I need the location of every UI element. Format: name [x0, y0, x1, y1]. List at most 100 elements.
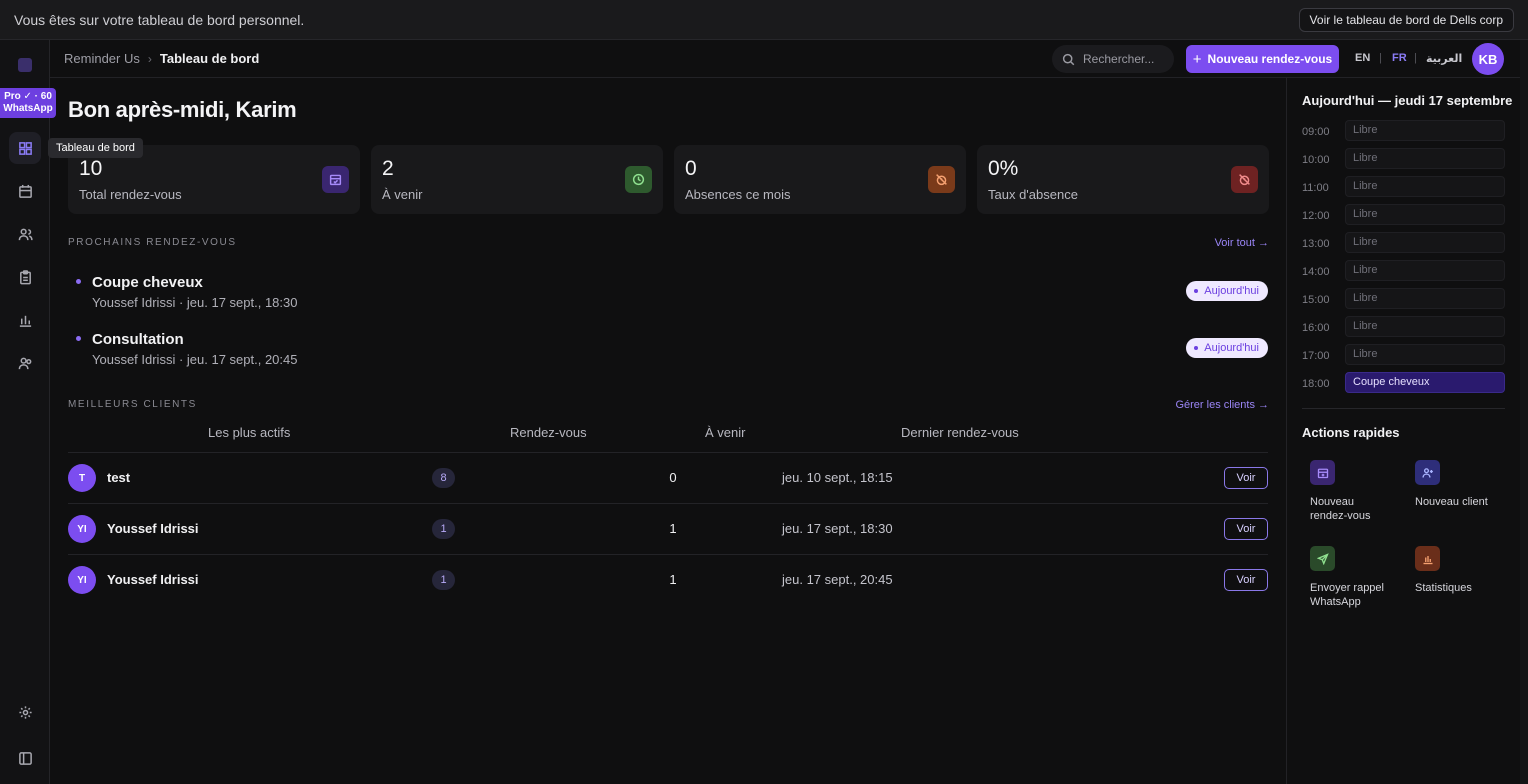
bullet-dot — [76, 279, 81, 284]
stat-value: 10 — [79, 157, 103, 180]
time-slot-booked[interactable]: Coupe cheveux — [1345, 372, 1505, 393]
badge-label: Aujourd'hui — [1204, 342, 1259, 354]
sidebar-toggle-icon — [18, 751, 32, 765]
page-title: Bon après-midi, Karim — [68, 97, 297, 122]
sidebar-item-statistics[interactable] — [9, 304, 41, 336]
appointment-subtitle: Youssef Idrissi · jeu. 17 sept., 18:30 — [92, 295, 298, 310]
time-slot[interactable]: Libre — [1345, 120, 1505, 141]
breadcrumb-root[interactable]: Reminder Us — [64, 51, 140, 66]
time-slot[interactable]: Libre — [1345, 176, 1505, 197]
calendar-icon — [18, 184, 32, 198]
stat-icon-bg — [625, 166, 652, 193]
clock-icon — [632, 173, 645, 186]
view-all-link[interactable]: Voir tout → — [1215, 237, 1269, 249]
calendar-plus-icon — [1317, 468, 1328, 478]
time-slot[interactable]: Libre — [1345, 344, 1505, 365]
upcoming-count: 0 — [669, 470, 677, 485]
lang-ar[interactable]: العربية — [1426, 52, 1462, 65]
appointment-item[interactable]: Coupe cheveux Youssef Idrissi · jeu. 17 … — [68, 274, 1268, 324]
column-header: Rendez-vous — [510, 425, 587, 440]
slot-time: 13:00 — [1302, 238, 1330, 250]
view-client-button[interactable]: Voir — [1224, 569, 1268, 591]
time-slot[interactable]: Libre — [1345, 232, 1505, 253]
appointment-count-badge: 1 — [432, 570, 455, 590]
today-panel: Aujourd'hui — jeudi 17 septembre 09:00 L… — [1286, 78, 1520, 784]
client-name: Youssef Idrissi — [107, 521, 199, 536]
quick-action-label: Statistiques — [1415, 582, 1472, 594]
appointment-item[interactable]: Consultation Youssef Idrissi · jeu. 17 s… — [68, 331, 1268, 381]
dashboard-icon — [18, 141, 32, 155]
quick-action-statistics[interactable]: Statistiques — [1406, 546, 1506, 595]
time-slot[interactable]: Libre — [1345, 148, 1505, 169]
divider — [1302, 408, 1505, 409]
quick-action-icon-bg — [1415, 546, 1440, 571]
bullet-dot — [76, 336, 81, 341]
status-badge: Aujourd'hui — [1186, 281, 1268, 301]
last-appointment: jeu. 10 sept., 18:15 — [782, 470, 893, 485]
stat-card-absences: 0 Absences ce mois — [674, 145, 966, 214]
new-appointment-label: Nouveau rendez-vous — [1207, 52, 1333, 66]
sidebar-item-appointments[interactable] — [9, 261, 41, 293]
lang-fr[interactable]: FR — [1392, 52, 1407, 64]
slot-time: 18:00 — [1302, 378, 1330, 390]
breadcrumb-current: Tableau de bord — [159, 51, 260, 66]
status-badge: Aujourd'hui — [1186, 338, 1268, 358]
switch-dashboard-button[interactable]: Voir le tableau de bord de Dells corp — [1298, 7, 1514, 32]
appointment-title: Consultation — [92, 331, 184, 348]
sidebar-item-team[interactable] — [9, 347, 41, 379]
slot-time: 14:00 — [1302, 266, 1330, 278]
avatar: T — [68, 464, 96, 492]
pro-badge-line2: WhatsApp — [3, 103, 53, 114]
bar-chart-icon — [19, 315, 31, 327]
pro-badge-line1: Pro ✓ · 60 — [4, 91, 52, 102]
main-content: Bon après-midi, Karim 10 Total rendez-vo… — [50, 78, 1286, 784]
appointment-subtitle: Youssef Idrissi · jeu. 17 sept., 20:45 — [92, 352, 298, 367]
pro-plan-badge[interactable]: Pro ✓ · 60 WhatsApp — [0, 88, 56, 118]
team-icon — [18, 357, 31, 369]
quick-action-new-appointment[interactable]: Nouveau rendez-vous — [1301, 460, 1401, 523]
appointment-title: Coupe cheveux — [92, 274, 203, 291]
time-slot[interactable]: Libre — [1345, 316, 1505, 337]
upcoming-count: 1 — [669, 572, 677, 587]
search-input[interactable]: Rechercher... — [1052, 45, 1174, 73]
user-plus-icon — [1421, 467, 1433, 478]
stat-value: 2 — [382, 157, 394, 180]
slot-time: 10:00 — [1302, 154, 1330, 166]
view-client-button[interactable]: Voir — [1224, 467, 1268, 489]
lang-en[interactable]: EN — [1355, 52, 1370, 64]
app-logo[interactable] — [18, 58, 32, 72]
quick-action-label: WhatsApp — [1310, 596, 1361, 608]
time-slot[interactable]: Libre — [1345, 288, 1505, 309]
gear-icon — [18, 705, 32, 719]
new-appointment-button[interactable]: + Nouveau rendez-vous — [1186, 45, 1339, 73]
slot-time: 09:00 — [1302, 126, 1330, 138]
quick-action-send-reminder[interactable]: Envoyer rappel WhatsApp — [1301, 546, 1401, 609]
stat-icon-bg — [322, 166, 349, 193]
manage-clients-link[interactable]: Gérer les clients → — [1175, 399, 1269, 411]
time-slot[interactable]: Libre — [1345, 204, 1505, 225]
column-header: À venir — [705, 425, 746, 440]
table-row: T test 8 0 jeu. 10 sept., 18:15 Voir — [68, 452, 1268, 502]
scrollbar[interactable] — [1520, 40, 1528, 784]
avatar: YI — [68, 566, 96, 594]
sidebar-item-clients[interactable] — [9, 218, 41, 250]
badge-label: Aujourd'hui — [1204, 285, 1259, 297]
quick-action-new-client[interactable]: Nouveau client — [1406, 460, 1506, 509]
stat-value: 0% — [988, 157, 1019, 180]
appointment-count-badge: 1 — [432, 519, 455, 539]
sidebar-item-settings[interactable] — [9, 696, 41, 728]
sidebar-item-calendar[interactable] — [9, 175, 41, 207]
quick-action-icon-bg — [1310, 546, 1335, 571]
user-avatar[interactable]: KB — [1472, 43, 1504, 75]
badge-dot — [1194, 346, 1199, 350]
sidebar-collapse-button[interactable] — [9, 742, 41, 774]
slot-time: 15:00 — [1302, 294, 1330, 306]
time-slot[interactable]: Libre — [1345, 260, 1505, 281]
view-client-button[interactable]: Voir — [1224, 518, 1268, 540]
today-title: Aujourd'hui — jeudi 17 septembre — [1302, 93, 1513, 108]
breadcrumb-separator: › — [147, 51, 152, 66]
column-header: Les plus actifs — [208, 425, 291, 440]
stat-label: Taux d'absence — [988, 187, 1078, 202]
sidebar-item-dashboard[interactable] — [9, 132, 41, 164]
sidebar — [0, 40, 50, 784]
